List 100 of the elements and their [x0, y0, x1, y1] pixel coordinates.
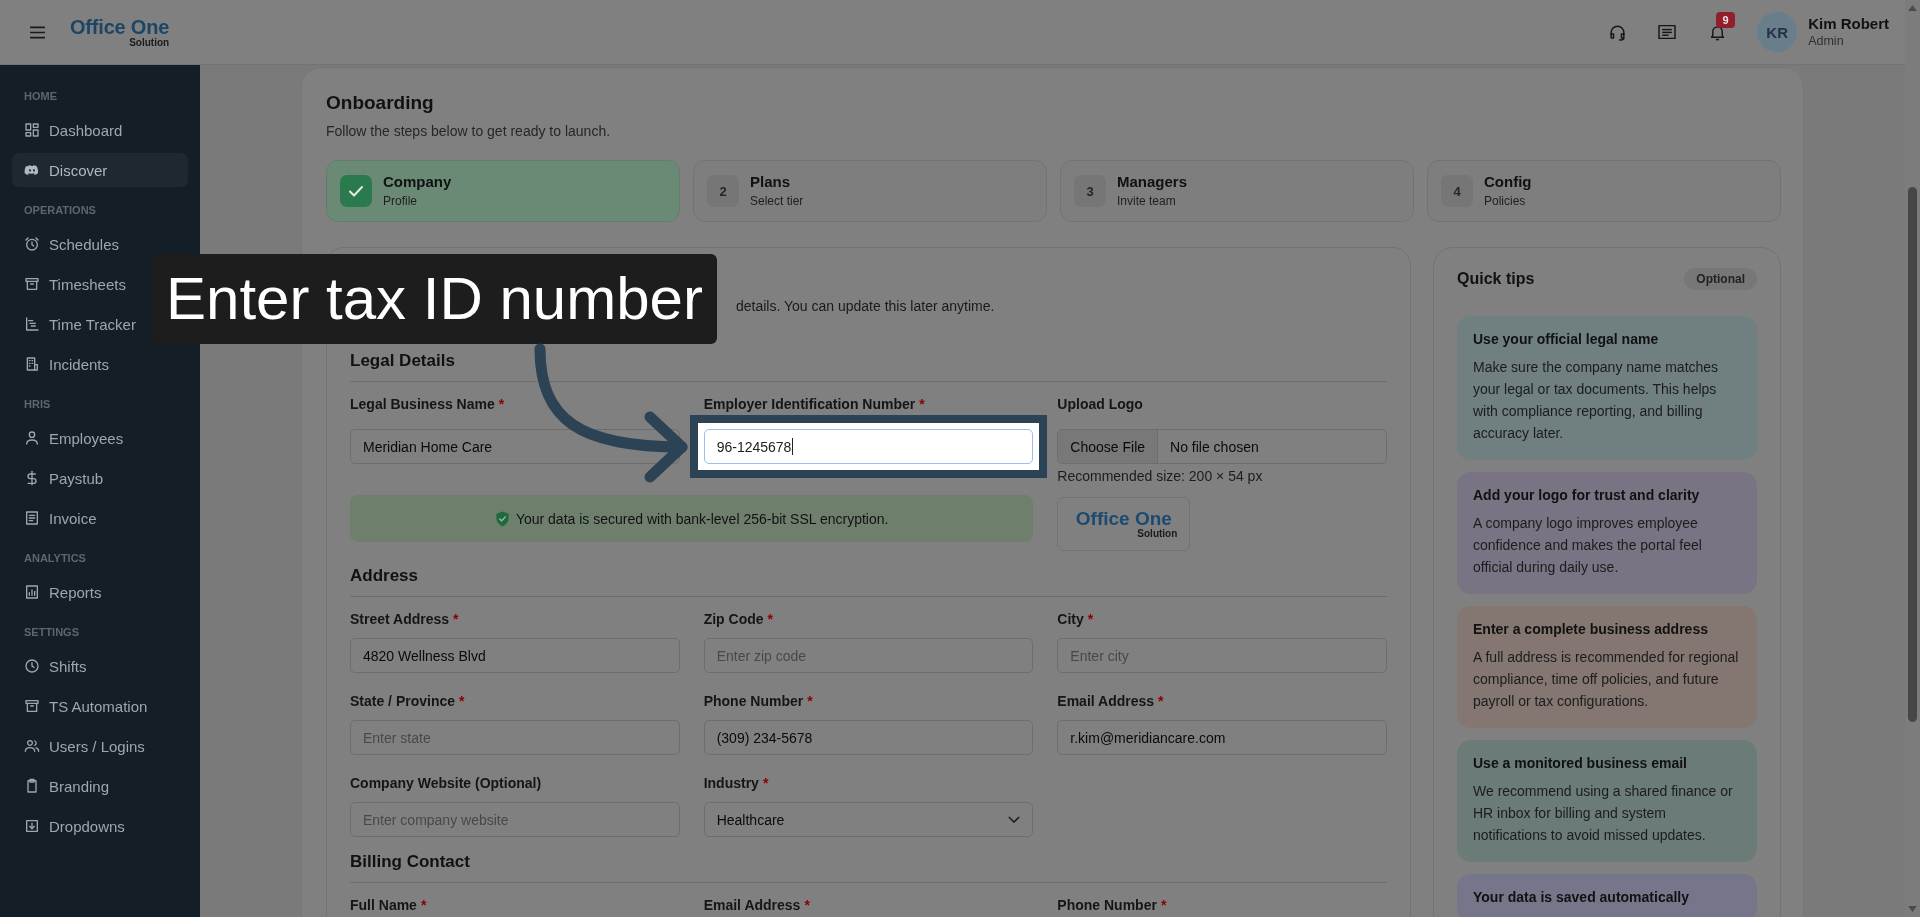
- sidebar-item[interactable]: Discover: [12, 153, 188, 187]
- text-input[interactable]: 96-1245678: [703, 429, 1034, 464]
- menu-icon[interactable]: [29, 25, 46, 39]
- step-subtitle: Profile: [383, 194, 418, 209]
- scrollbar-thumb[interactable]: [1908, 187, 1917, 722]
- text-input[interactable]: Enter state: [350, 720, 680, 755]
- user-name: Kim Robert: [1808, 14, 1889, 33]
- user-role: Admin: [1808, 33, 1845, 50]
- step-subtitle: Select tier: [750, 194, 804, 209]
- headset-icon[interactable]: [1608, 22, 1628, 42]
- form-intro: details. You can update this later anytime.: [736, 297, 995, 315]
- text-input[interactable]: 4820 Wellness Blvd: [350, 638, 680, 673]
- sidebar-item[interactable]: Users / Logins: [12, 729, 149, 763]
- gamepad-icon: [24, 162, 40, 178]
- sidebar-item[interactable]: Time Tracker: [12, 307, 140, 341]
- sidebar-item[interactable]: Dropdowns: [12, 809, 129, 843]
- clock-icon: [24, 658, 40, 674]
- step-card[interactable]: 3 Managers Invite team: [1060, 160, 1414, 222]
- sidebar-item[interactable]: Incidents: [12, 347, 114, 381]
- chevron-down-icon: [1008, 816, 1021, 823]
- field-label: City *: [1057, 611, 1094, 628]
- choose-file-button[interactable]: Choose File: [1058, 430, 1159, 463]
- tip-title: Enter a complete business address: [1473, 620, 1709, 638]
- tip-title: Your data is saved automatically: [1473, 888, 1691, 906]
- text-input[interactable]: r.kim@meridiancare.com: [1057, 720, 1387, 755]
- field-label: Zip Code *: [703, 611, 773, 628]
- text-input[interactable]: Enter zip code: [703, 638, 1034, 673]
- shield-icon: [494, 510, 510, 527]
- sidebar-item[interactable]: Schedules: [12, 227, 124, 261]
- section-title: Legal Details: [350, 350, 455, 372]
- field-label: Employer Identification Number *: [703, 396, 925, 413]
- page-title: Onboarding: [326, 91, 435, 115]
- logo-wordmark: Office One: [1075, 509, 1172, 528]
- page-subtitle: Follow the steps below to get ready to launch.: [326, 123, 612, 140]
- tutorial-callout: Enter tax ID number: [152, 254, 717, 344]
- sidebar-item[interactable]: Shifts: [12, 649, 91, 683]
- step-number: 4: [1441, 175, 1473, 207]
- tip-text: A company logo improves employee confidence and makes the portal feel official during daily use.: [1473, 514, 1703, 577]
- step-card[interactable]: 2 Plans Select tier: [693, 160, 1047, 222]
- field-label: Legal Business Name *: [350, 396, 505, 413]
- text-input[interactable]: (309) 234-5678: [703, 720, 1034, 755]
- field-label: Phone Number *: [703, 693, 813, 710]
- nav-section-heading: SETTINGS: [23, 625, 79, 639]
- tip-title: Add your logo for trust and clarity: [1473, 486, 1701, 504]
- alarm-clock-icon: [24, 236, 40, 252]
- tip-text: A full address is recommended for regional compliance, time off policies, and future payroll or tax configurations.: [1473, 648, 1740, 711]
- notification-badge: 9: [1716, 11, 1736, 28]
- nav-section-heading: HOME: [23, 89, 57, 103]
- check-icon: [340, 175, 372, 207]
- file-status: No file chosen: [1169, 438, 1259, 455]
- field-hint: Recommended size: 200 × 54 px: [1057, 468, 1263, 485]
- notice-text: Your data is secured with bank-level 256-bit SSL encryption.: [515, 510, 889, 527]
- tip-title: Use your official legal name: [1473, 330, 1660, 348]
- field-label: State / Province *: [350, 693, 465, 710]
- step-subtitle: Invite team: [1117, 194, 1177, 209]
- text-input[interactable]: Enter city: [1057, 638, 1387, 673]
- users-icon: [24, 738, 40, 754]
- field-label: Company Website (Optional): [350, 775, 542, 792]
- select-field[interactable]: Healthcare: [703, 802, 1034, 837]
- optional-badge: Optional: [1684, 268, 1757, 290]
- nav-section-heading: ANALYTICS: [23, 551, 86, 565]
- document-icon: [24, 510, 40, 526]
- sidebar-item[interactable]: Reports: [12, 575, 106, 609]
- step-title: Plans: [750, 173, 792, 191]
- dollar-icon: [24, 470, 40, 486]
- step-title: Managers: [1117, 173, 1188, 191]
- sidebar-item[interactable]: Branding: [12, 769, 114, 803]
- step-card[interactable]: 4 Config Policies: [1427, 160, 1781, 222]
- step-number: 3: [1074, 175, 1106, 207]
- clipboard-icon: [24, 778, 40, 794]
- sidebar-item[interactable]: Dashboard: [12, 113, 127, 147]
- bar-list-icon: [24, 316, 40, 332]
- sidebar-item[interactable]: Timesheets: [12, 267, 130, 301]
- archive-box-icon: [24, 698, 40, 714]
- logo-wordmark: Office One: [70, 16, 170, 37]
- field-label: Street Address *: [350, 611, 459, 628]
- nav-section-heading: HRIS: [23, 397, 51, 411]
- sidebar-item[interactable]: Invoice: [12, 501, 101, 535]
- sidebar-item[interactable]: TS Automation: [12, 689, 152, 723]
- tip-text: Make sure the company name matches your legal or tax documents. This helps with compliance reporting, and billing accuracy later.: [1473, 358, 1720, 443]
- tip-text: We recommend using a shared finance or HR inbox for billing and system notifications to avoid missed updates.: [1473, 782, 1734, 845]
- building-icon: [24, 356, 40, 372]
- field-label: Email Address *: [703, 897, 810, 914]
- section-title: Billing Contact: [350, 851, 470, 873]
- person-icon: [24, 430, 40, 446]
- step-title: Config: [1484, 173, 1532, 191]
- chart-icon: [24, 584, 40, 600]
- step-card[interactable]: Company Profile: [326, 160, 680, 222]
- logo-tagline: Solution: [129, 37, 170, 48]
- nav-section-heading: OPERATIONS: [23, 203, 96, 217]
- message-icon[interactable]: [1657, 24, 1678, 40]
- field-label: Phone Number *: [1057, 897, 1167, 914]
- field-label: Email Address *: [1057, 693, 1164, 710]
- sidebar-item[interactable]: Employees: [12, 421, 128, 455]
- sidebar-item[interactable]: Paystub: [12, 461, 108, 495]
- field-label: Upload Logo: [1057, 396, 1143, 413]
- dashboard-icon: [24, 122, 40, 138]
- text-input[interactable]: Enter company website: [350, 802, 680, 837]
- field-label: Industry *: [703, 775, 769, 792]
- field-label: Full Name *: [350, 897, 427, 914]
